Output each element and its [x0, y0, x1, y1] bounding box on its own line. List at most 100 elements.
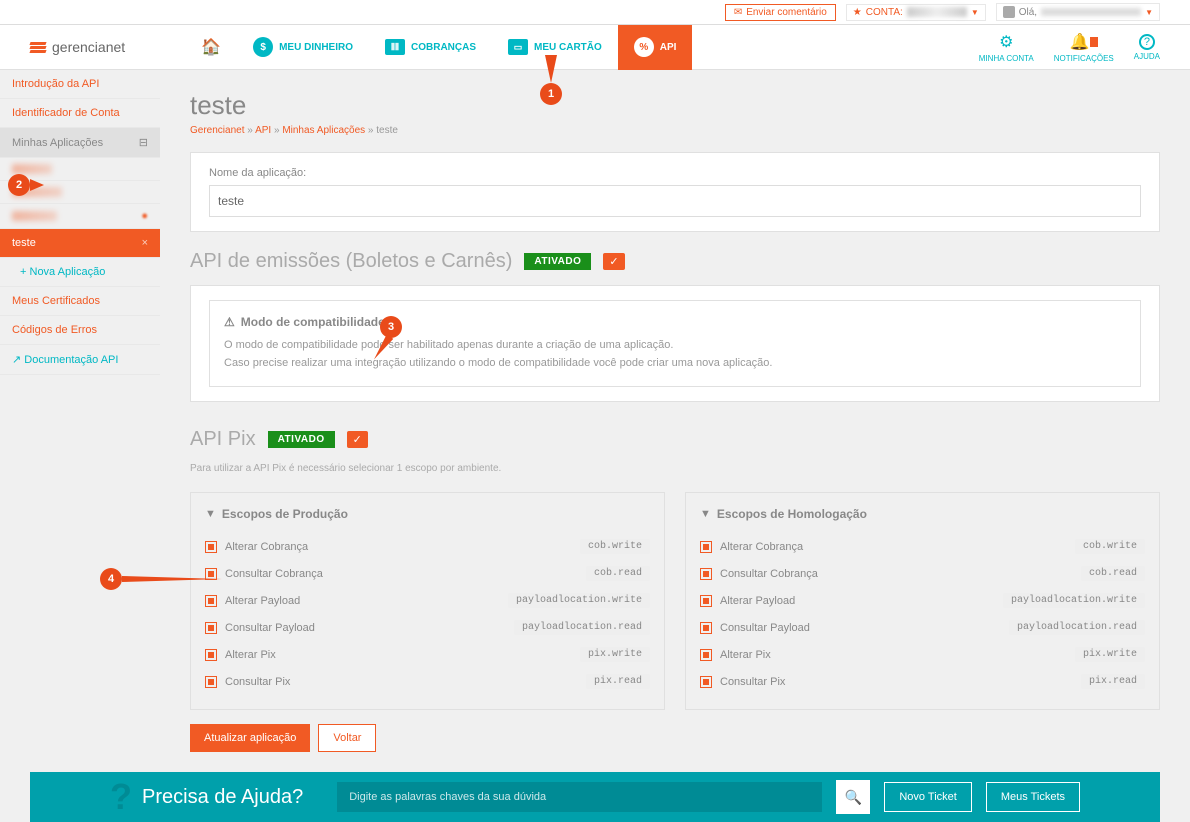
sidebar-certificados[interactable]: Meus Certificados	[0, 287, 160, 316]
link-icon: %	[634, 37, 654, 57]
account-value-blurred	[907, 7, 967, 17]
nav-meu-dinheiro[interactable]: $ MEU DINHEIRO	[237, 25, 369, 70]
nav-right-label: AJUDA	[1134, 52, 1160, 61]
pix-note: Para utilizar a API Pix é necessário sel…	[190, 463, 1160, 474]
sidebar-codigos-erros[interactable]: Códigos de Erros	[0, 316, 160, 345]
nav-cobrancas[interactable]: ⦀⦀ COBRANÇAS	[369, 25, 492, 70]
sidebar-label: Nova Aplicação	[30, 266, 106, 278]
account-label: CONTA:	[866, 7, 903, 18]
scope-item: Consultar Pix pix.read	[205, 668, 650, 695]
sidebar-documentacao[interactable]: ↗ Documentação API	[0, 345, 160, 375]
nav-label: MEU DINHEIRO	[279, 42, 353, 53]
scope-checkbox[interactable]	[700, 649, 712, 661]
caret-down-icon: ▼	[971, 8, 979, 17]
compat-text-2: Caso precise realizar uma integração uti…	[224, 355, 1126, 373]
help-icon: ?	[1139, 34, 1155, 50]
toggle-button[interactable]: ✓	[347, 431, 368, 448]
scope-label: Consultar Cobrança	[225, 568, 323, 580]
scope-item: Consultar Cobrança cob.read	[700, 560, 1145, 587]
minus-icon: ⊟	[139, 136, 148, 149]
scope-code: payloadlocation.read	[1009, 620, 1145, 635]
scope-label: Consultar Payload	[225, 622, 315, 634]
scope-code: cob.write	[580, 539, 650, 554]
scope-checkbox[interactable]	[700, 541, 712, 553]
scope-checkbox[interactable]	[700, 676, 712, 688]
nav-api[interactable]: % API	[618, 25, 693, 70]
novo-ticket-button[interactable]: Novo Ticket	[884, 782, 971, 812]
sidebar-label: teste	[12, 237, 36, 249]
back-button[interactable]: Voltar	[318, 724, 376, 752]
scope-code: payloadlocation.write	[1003, 593, 1145, 608]
close-icon[interactable]: ×	[142, 237, 148, 249]
meus-tickets-button[interactable]: Meus Tickets	[986, 782, 1080, 812]
user-greeting[interactable]: Olá, ▼	[996, 3, 1160, 21]
scope-checkbox[interactable]	[700, 568, 712, 580]
scope-label: Alterar Payload	[720, 595, 795, 607]
nav-ajuda[interactable]: ? AJUDA	[1134, 34, 1160, 61]
nav-minha-conta[interactable]: ⚙ MINHA CONTA	[979, 32, 1034, 63]
scope-checkbox[interactable]	[205, 676, 217, 688]
callout-number: 4	[100, 568, 122, 590]
logo[interactable]: gerencianet	[30, 39, 125, 55]
app-name-panel: Nome da aplicação:	[190, 152, 1160, 232]
nav-home[interactable]: 🏠	[185, 25, 237, 70]
section-label: API Pix	[190, 428, 256, 451]
sidebar-identificador[interactable]: Identificador de Conta	[0, 99, 160, 128]
nav-notificacoes[interactable]: 🔔 NOTIFICAÇÕES	[1054, 32, 1114, 63]
question-icon: ?	[110, 776, 132, 818]
barcode-icon: ⦀⦀	[385, 39, 405, 55]
sidebar-minhas-apps[interactable]: Minhas Aplicações ⊟	[0, 128, 160, 158]
scope-item: Consultar Cobrança cob.read	[205, 560, 650, 587]
scope-item: Consultar Pix pix.read	[700, 668, 1145, 695]
emissoes-title: API de emissões (Boletos e Carnês) ATIVA…	[190, 250, 1160, 273]
scope-label: Alterar Pix	[720, 649, 771, 661]
scopes-homologacao: ▼ Escopos de Homologação Alterar Cobranç…	[685, 492, 1160, 710]
scope-checkbox[interactable]	[700, 595, 712, 607]
page-title: teste	[190, 90, 1160, 121]
help-search-input[interactable]	[337, 782, 822, 812]
logo-icon	[30, 42, 46, 53]
sidebar-label: Documentação API	[24, 354, 118, 366]
sidebar-label: Minhas Aplicações	[12, 137, 103, 149]
feedback-label: Enviar comentário	[746, 7, 827, 18]
scope-label: Alterar Pix	[225, 649, 276, 661]
username-blurred	[1041, 8, 1141, 16]
help-search-button[interactable]: 🔍	[836, 780, 870, 814]
update-button[interactable]: Atualizar aplicação	[190, 724, 310, 752]
breadcrumb-root[interactable]: Gerencianet	[190, 125, 244, 136]
envelope-icon: ✉	[734, 7, 742, 18]
indicator-icon: ●	[141, 210, 148, 222]
card-icon: ▭	[508, 39, 528, 55]
app-name-input[interactable]	[209, 185, 1141, 217]
filter-icon: ▼	[205, 508, 216, 520]
callout-number: 1	[540, 83, 562, 105]
scope-label: Alterar Payload	[225, 595, 300, 607]
plus-icon: +	[20, 266, 26, 278]
scope-checkbox[interactable]	[205, 595, 217, 607]
scope-code: pix.read	[586, 674, 650, 689]
scope-checkbox[interactable]	[700, 622, 712, 634]
section-label: API de emissões (Boletos e Carnês)	[190, 250, 512, 273]
user-icon	[1003, 6, 1015, 18]
scope-label: Alterar Cobrança	[720, 541, 803, 553]
scope-item: Consultar Payload payloadlocation.read	[700, 614, 1145, 641]
ativado-badge: ATIVADO	[524, 253, 591, 270]
sidebar-nova-aplicacao[interactable]: + Nova Aplicação	[0, 258, 160, 287]
breadcrumb-api[interactable]: API	[255, 125, 271, 136]
content-area: teste Gerencianet » API » Minhas Aplicaç…	[160, 70, 1190, 772]
scope-item: Alterar Payload payloadlocation.write	[205, 587, 650, 614]
scope-code: payloadlocation.write	[508, 593, 650, 608]
breadcrumb-apps[interactable]: Minhas Aplicações	[282, 125, 365, 136]
account-dropdown[interactable]: ★ CONTA: ▼	[846, 4, 986, 21]
sidebar-app-blurred[interactable]: ●	[0, 204, 160, 229]
sidebar-teste[interactable]: teste ×	[0, 229, 160, 258]
scope-checkbox[interactable]	[205, 622, 217, 634]
external-link-icon: ↗	[12, 354, 21, 366]
feedback-button[interactable]: ✉ Enviar comentário	[725, 4, 836, 21]
sidebar-intro[interactable]: Introdução da API	[0, 70, 160, 99]
callout-4: 4	[100, 568, 222, 590]
nav-bar: gerencianet 🏠 $ MEU DINHEIRO ⦀⦀ COBRANÇA…	[0, 25, 1190, 70]
toggle-button[interactable]: ✓	[603, 253, 624, 270]
scope-checkbox[interactable]	[205, 541, 217, 553]
scope-checkbox[interactable]	[205, 649, 217, 661]
